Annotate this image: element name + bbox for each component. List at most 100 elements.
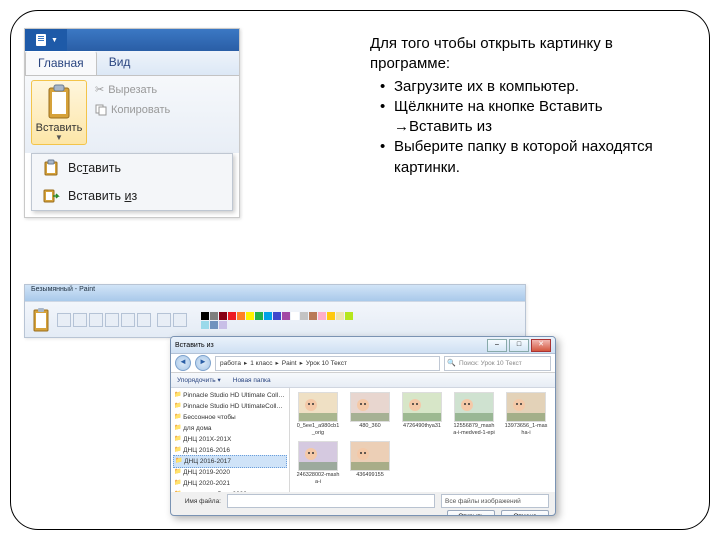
- file-item[interactable]: 4726490thya31: [400, 392, 444, 437]
- clipboard-icon: [44, 84, 74, 120]
- color-swatch[interactable]: [336, 312, 344, 320]
- close-button[interactable]: ✕: [531, 339, 551, 352]
- tool-group: [57, 313, 151, 327]
- color-swatch[interactable]: [264, 312, 272, 320]
- color-swatch[interactable]: [291, 312, 299, 320]
- dialog-nav: ◄ ► работа▸ 1 класс▸ Paint▸ Урок 10 Текс…: [171, 354, 555, 373]
- paste-from-icon: [42, 187, 60, 205]
- breadcrumb-item[interactable]: 1 класс: [250, 360, 272, 367]
- cancel-button[interactable]: Отмена: [501, 510, 549, 516]
- file-pane[interactable]: 0_5ee1_a980cb1_orig 480_360 4726490thya31 1…: [290, 388, 555, 492]
- paste-button[interactable]: Вставить ▼: [31, 80, 87, 145]
- tool-button[interactable]: [137, 313, 151, 327]
- color-swatch[interactable]: [273, 312, 281, 320]
- tree-item[interactable]: ДНЦ 201Х-201Х: [174, 434, 286, 445]
- instruction-item: Выберите папку в которой находятся карти…: [384, 137, 680, 178]
- color-swatch[interactable]: [201, 321, 209, 329]
- color-swatch[interactable]: [237, 312, 245, 320]
- file-dialog: Вставить из – □ ✕ ◄ ► работа▸ 1 класс▸ P…: [170, 336, 556, 516]
- breadcrumb-item[interactable]: работа: [220, 360, 241, 367]
- filetype-select[interactable]: Все файлы изображений: [441, 494, 549, 508]
- cut-button[interactable]: ✂ Вырезать: [95, 80, 170, 100]
- file-item[interactable]: 436499155: [348, 441, 392, 486]
- tree-item[interactable]: лаки старз Лего 2020: [174, 489, 286, 492]
- tree-item[interactable]: Pinnacle Studio HD UltimateCollection 15…: [174, 401, 286, 412]
- breadcrumb[interactable]: работа▸ 1 класс▸ Paint▸ Урок 10 Текст: [215, 356, 440, 371]
- copy-button[interactable]: Копировать: [95, 100, 170, 120]
- new-folder-button[interactable]: Новая папка: [233, 377, 271, 384]
- file-item[interactable]: 12556879_masha-i-medved-1-episodena-tv: [452, 392, 496, 437]
- back-button[interactable]: ◄: [175, 355, 191, 371]
- folder-tree[interactable]: Pinnacle Studio HD Ultimate Collection 1…: [171, 388, 290, 492]
- thumbnail: [298, 392, 338, 422]
- breadcrumb-item[interactable]: Урок 10 Текст: [306, 360, 347, 367]
- color-swatch[interactable]: [210, 312, 218, 320]
- file-name: 13973656_1-masha-i: [504, 423, 548, 437]
- tab-view[interactable]: Вид: [97, 51, 143, 75]
- tool-button[interactable]: [105, 313, 119, 327]
- instructions-text: Для того чтобы открыть картинку в програ…: [370, 34, 680, 178]
- color-palette: [201, 312, 361, 329]
- color-swatch[interactable]: [201, 312, 209, 320]
- color-swatch[interactable]: [246, 312, 254, 320]
- file-name: 4726490thya31: [400, 423, 444, 437]
- file-item[interactable]: 480_360: [348, 392, 392, 437]
- color-swatch[interactable]: [309, 312, 317, 320]
- tool-button[interactable]: [89, 313, 103, 327]
- forward-button[interactable]: ►: [195, 355, 211, 371]
- color-swatch[interactable]: [219, 321, 227, 329]
- color-swatch[interactable]: [255, 312, 263, 320]
- ribbon-body: Вставить ▼ ✂ Вырезать Копировать: [25, 76, 239, 153]
- dialog-body: Pinnacle Studio HD Ultimate Collection 1…: [171, 388, 555, 492]
- maximize-button[interactable]: □: [509, 339, 529, 352]
- filename-input[interactable]: [227, 494, 435, 508]
- tree-item[interactable]: ДНЦ 2020-2021: [174, 478, 286, 489]
- tree-item[interactable]: Pinnacle Studio HD Ultimate Collection 1…: [174, 390, 286, 401]
- tool-button[interactable]: [121, 313, 135, 327]
- tool-button[interactable]: [73, 313, 87, 327]
- dropdown-paste-from[interactable]: Вставить из: [32, 182, 232, 210]
- thumbnail: [402, 392, 442, 422]
- dropdown-paste[interactable]: Вставить: [32, 154, 232, 182]
- breadcrumb-item[interactable]: Paint: [282, 360, 297, 367]
- search-placeholder: Поиск: Урок 10 Текст: [459, 360, 522, 367]
- color-swatch[interactable]: [327, 312, 335, 320]
- color-swatch[interactable]: [300, 312, 308, 320]
- cut-label: Вырезать: [108, 80, 157, 100]
- color-swatch[interactable]: [228, 312, 236, 320]
- color-swatch[interactable]: [282, 312, 290, 320]
- tree-item[interactable]: для дома: [174, 423, 286, 434]
- file-item[interactable]: 0_5ee1_a980cb1_orig: [296, 392, 340, 437]
- dialog-title: Вставить из: [175, 342, 214, 349]
- instruction-item: Загрузите их в компьютер.: [384, 77, 680, 97]
- color-swatch[interactable]: [345, 312, 353, 320]
- tool-button[interactable]: [157, 313, 171, 327]
- paint-ribbon: [25, 301, 525, 338]
- dialog-title-bar: Вставить из – □ ✕: [171, 337, 555, 354]
- chevron-down-icon: ▼: [51, 37, 58, 44]
- paint-title-bar: Безымянный - Paint: [25, 285, 525, 301]
- open-button[interactable]: Открыть: [447, 510, 495, 516]
- tool-button[interactable]: [173, 313, 187, 327]
- file-item[interactable]: 246328002-masha-i: [296, 441, 340, 486]
- tree-item[interactable]: Бессонное чтобы: [174, 412, 286, 423]
- minimize-button[interactable]: –: [487, 339, 507, 352]
- color-swatch[interactable]: [210, 321, 218, 329]
- title-bar: ▼: [25, 29, 239, 51]
- tool-button[interactable]: [57, 313, 71, 327]
- ribbon-tabs: Главная Вид: [25, 51, 239, 76]
- window-buttons: – □ ✕: [487, 339, 551, 352]
- instructions-intro: Для того чтобы открыть картинку в програ…: [370, 34, 680, 75]
- search-input[interactable]: Поиск: Урок 10 Текст: [444, 356, 551, 371]
- organize-button[interactable]: Упорядочить ▾: [177, 376, 221, 384]
- color-swatch[interactable]: [219, 312, 227, 320]
- tree-item[interactable]: ДНЦ 2019-2020: [174, 467, 286, 478]
- clipboard-commands: ✂ Вырезать Копировать: [95, 80, 170, 145]
- app-menu-button[interactable]: ▼: [25, 29, 67, 51]
- file-item[interactable]: 13973656_1-masha-i: [504, 392, 548, 437]
- color-swatch[interactable]: [318, 312, 326, 320]
- clipboard-icon: [31, 307, 51, 333]
- tab-home[interactable]: Главная: [25, 51, 97, 75]
- file-name: 480_360: [348, 423, 392, 437]
- ribbon-screenshot: ▼ Главная Вид Вставить ▼ ✂ Вырезать: [24, 28, 240, 218]
